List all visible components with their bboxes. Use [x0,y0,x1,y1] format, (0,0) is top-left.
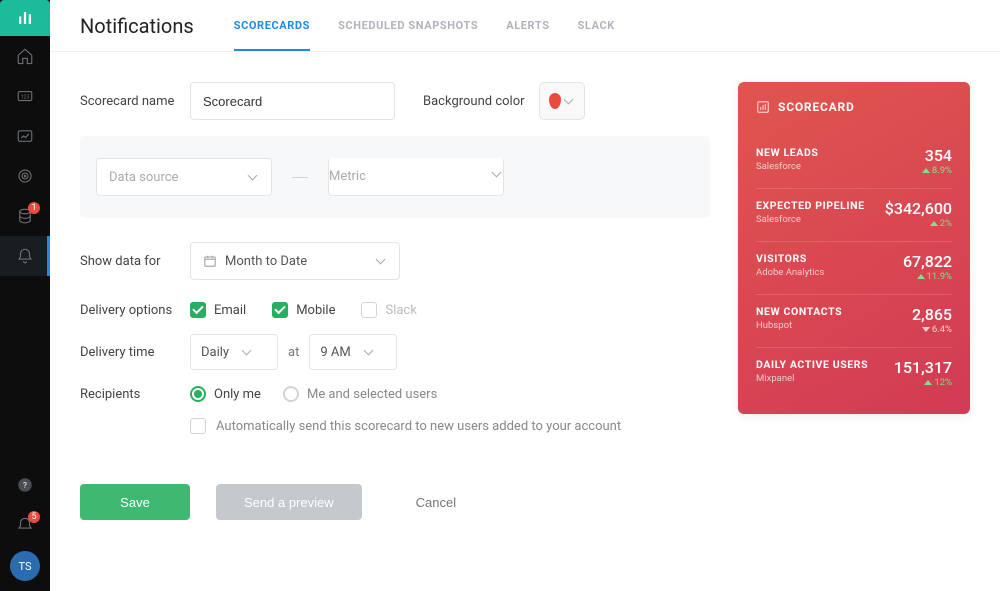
tabs: SCORECARDS SCHEDULED SNAPSHOTS ALERTS SL… [234,1,615,51]
metric-value: 354 [925,146,952,165]
tab-alerts[interactable]: ALERTS [506,1,549,51]
nav-home[interactable] [0,36,50,76]
metric-row: VISITORS Adobe Analytics 67,822 11.9% [756,241,952,294]
background-color-label: Background color [423,94,525,109]
chevron-down-icon [377,256,387,266]
metric-value: 151,317 [894,358,952,377]
chevron-down-icon [565,96,575,106]
metric-source: Adobe Analytics [756,267,824,278]
nav-notifications[interactable] [0,236,50,276]
chevron-down-icon [493,169,503,179]
nav-goals[interactable] [0,156,50,196]
scorecard-preview-card: SCORECARD NEW LEADS Salesforce 354 8.9% … [738,82,970,414]
chevron-down-icon [243,347,253,357]
tab-slack[interactable]: SLACK [578,1,615,51]
app-logo[interactable] [0,0,50,36]
metric-value: 67,822 [903,252,952,271]
calendar-icon [203,254,217,268]
scorecard-name-label: Scorecard name [80,94,190,109]
scorecard-icon [756,100,770,114]
delivery-mobile-checkbox[interactable]: Mobile [272,302,335,318]
chevron-down-icon [365,347,375,357]
recipients-selected-users-radio[interactable]: Me and selected users [283,386,437,402]
data-source-select[interactable]: Data source [96,158,272,196]
drop-icon [549,93,561,109]
metric-source: Mixpanel [756,373,868,384]
nav-alerts-badge: 5 [28,511,40,523]
delivery-email-checkbox[interactable]: Email [190,302,246,318]
data-source-placeholder: Data source [109,170,178,185]
tab-scorecards[interactable]: SCORECARDS [234,1,310,51]
checkbox-icon [272,302,288,318]
metric-delta: 11.9% [917,271,952,282]
page-title: Notifications [80,14,194,38]
card-title: SCORECARD [778,100,855,114]
delta-up-icon [930,221,938,226]
sidebar: 123 1 ? 5 TS [0,0,50,591]
metric-name: NEW LEADS [756,146,818,159]
metric-value: 2,865 [912,305,952,324]
checkbox-icon [361,302,377,318]
metric-row: EXPECTED PIPELINE Salesforce $342,600 2% [756,188,952,241]
metric-source: Salesforce [756,214,865,225]
metric-name: DAILY ACTIVE USERS [756,358,868,371]
auto-send-label: Automatically send this scorecard to new… [216,419,621,434]
metric-row: NEW CONTACTS Hubspot 2,865 6.4% [756,294,952,347]
delivery-frequency-select[interactable]: Daily [190,334,278,370]
chevron-down-icon [249,172,259,182]
delivery-time-at: at [288,345,299,360]
delta-up-icon [922,168,930,173]
nav-alerts[interactable]: 5 [0,505,50,545]
nav-metrics[interactable]: 123 [0,76,50,116]
nav-data[interactable]: 1 [0,196,50,236]
delivery-options-label: Delivery options [80,303,190,318]
delta-up-icon [917,274,925,279]
auto-send-checkbox[interactable] [190,418,206,434]
recipients-label: Recipients [80,387,190,402]
background-color-picker[interactable] [539,82,585,120]
metric-select[interactable]: Metric [328,158,504,196]
delivery-time-label: Delivery time [80,345,190,360]
radio-icon [190,386,206,402]
metric-row: NEW LEADS Salesforce 354 8.9% [756,136,952,188]
delta-down-icon [922,327,930,332]
tab-scheduled-snapshots[interactable]: SCHEDULED SNAPSHOTS [338,1,478,51]
nav-data-badge: 1 [28,202,40,214]
cancel-button[interactable]: Cancel [388,484,484,520]
recipients-only-me-radio[interactable]: Only me [190,386,261,402]
metric-delta: 8.9% [922,165,952,176]
delta-up-icon [924,380,932,385]
metric-delta: 12% [924,377,952,388]
delivery-slack-checkbox[interactable]: Slack [361,302,416,318]
show-data-for-value: Month to Date [225,254,307,269]
data-source-panel: Data source Metric [80,136,710,218]
radio-icon [283,386,299,402]
connector-line [292,177,308,178]
user-avatar[interactable]: TS [10,551,40,581]
header: Notifications SCORECARDS SCHEDULED SNAPS… [50,0,1000,52]
metric-row: DAILY ACTIVE USERS Mixpanel 151,317 12% [756,347,952,400]
metric-name: VISITORS [756,252,824,265]
send-preview-button[interactable]: Send a preview [216,484,362,520]
metric-source: Salesforce [756,161,818,172]
nav-dashboards[interactable] [0,116,50,156]
checkbox-icon [190,302,206,318]
show-data-for-select[interactable]: Month to Date [190,242,400,280]
save-button[interactable]: Save [80,484,190,520]
metric-name: NEW CONTACTS [756,305,842,318]
delivery-hour-select[interactable]: 9 AM [309,334,397,370]
metric-delta: 6.4% [922,324,952,335]
scorecard-name-input[interactable] [190,82,395,120]
metric-name: EXPECTED PIPELINE [756,199,865,212]
metric-value: $342,600 [885,199,952,218]
show-data-for-label: Show data for [80,254,190,269]
svg-text:?: ? [23,481,27,491]
metric-placeholder: Metric [329,169,366,184]
metric-delta: 2% [930,218,952,229]
nav-help[interactable]: ? [0,465,50,505]
metric-source: Hubspot [756,320,842,331]
svg-text:123: 123 [21,94,30,100]
